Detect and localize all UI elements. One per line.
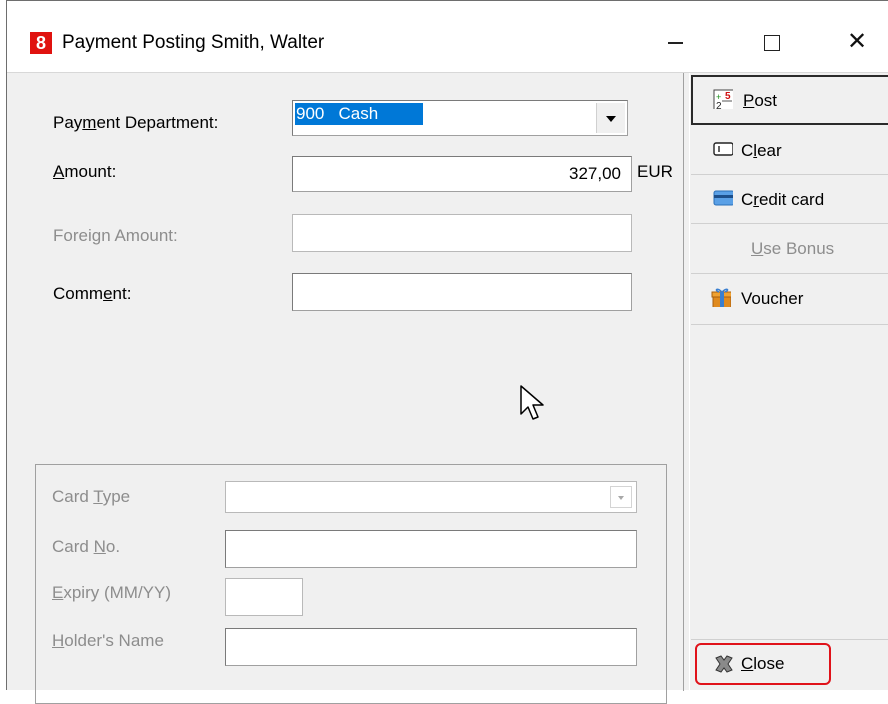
comment-label: Comment: — [53, 284, 132, 303]
close-icon: ✕ — [846, 28, 868, 55]
amount-label: Amount: — [53, 162, 117, 181]
chevron-down-icon — [618, 496, 624, 500]
sidebar-separator — [691, 324, 888, 325]
minimize-icon — [667, 42, 683, 45]
card-no-field[interactable] — [225, 530, 637, 568]
chevron-down-icon — [606, 116, 616, 122]
close-window-button[interactable]: ✕ — [837, 25, 877, 59]
foreign-amount-field[interactable] — [292, 214, 632, 252]
maximize-button[interactable] — [752, 25, 792, 59]
clear-button[interactable]: Clear — [691, 127, 888, 173]
svg-text:5: 5 — [725, 91, 731, 102]
post-icon: + 5 2 — [713, 89, 733, 109]
clear-label: Clear — [741, 141, 782, 160]
credit-card-label: Credit card — [741, 190, 825, 209]
close-x-icon — [715, 655, 733, 673]
credit-card-button[interactable]: Credit card — [691, 176, 888, 222]
holder-name-label: Holder's Name — [52, 631, 164, 650]
dropdown-button[interactable] — [596, 103, 625, 133]
use-bonus-label: Use Bonus — [751, 239, 835, 258]
card-no-label: Card No. — [52, 537, 121, 556]
close-button[interactable]: Close — [691, 641, 888, 687]
use-bonus-button[interactable]: Use Bonus — [691, 225, 888, 271]
holder-name-field[interactable] — [225, 628, 637, 666]
voucher-button[interactable]: Voucher — [691, 275, 888, 321]
amount-value: 327,00 — [569, 164, 621, 183]
gift-icon — [711, 288, 731, 307]
mouse-cursor-icon — [520, 385, 544, 420]
payment-department-value: 900 Cash — [295, 103, 423, 125]
sidebar-separator — [691, 223, 888, 224]
currency-label: EUR — [637, 162, 673, 181]
expiry-label: Expiry (MM/YY) — [52, 583, 172, 602]
title-divider — [7, 72, 888, 73]
amount-field[interactable]: 327,00 — [292, 156, 632, 192]
payment-posting-window: 8 Payment Posting Smith, Walter ✕ Paymen… — [6, 0, 888, 704]
title-bar: 8 Payment Posting Smith, Walter ✕ — [7, 1, 888, 73]
minimize-button[interactable] — [655, 25, 695, 59]
close-label: Close — [741, 654, 785, 673]
card-type-label: Card Type — [52, 487, 131, 506]
expiry-field[interactable] — [225, 578, 303, 616]
post-button[interactable]: + 5 2 Post — [691, 75, 888, 125]
post-label: Post — [743, 91, 778, 110]
sidebar-divider — [683, 73, 684, 691]
payment-department-label: Payment Department: — [53, 113, 219, 132]
payment-department-select[interactable]: 900 Cash — [292, 100, 628, 136]
sidebar-separator — [691, 174, 888, 175]
card-type-dropdown-button[interactable] — [610, 486, 632, 508]
sidebar-separator — [691, 639, 888, 640]
sidebar-separator — [691, 273, 888, 274]
comment-field[interactable] — [292, 273, 632, 311]
card-type-select[interactable] — [225, 481, 637, 513]
window-title: Payment Posting Smith, Walter — [62, 32, 325, 53]
app-icon: 8 — [30, 32, 52, 54]
credit-card-icon — [713, 190, 733, 206]
eraser-icon — [713, 142, 733, 156]
svg-text:2: 2 — [716, 101, 722, 109]
sidebar-divider-highlight — [689, 73, 690, 691]
maximize-icon — [764, 35, 780, 52]
voucher-label: Voucher — [741, 289, 804, 308]
foreign-amount-label: Foreign Amount: — [53, 226, 178, 245]
